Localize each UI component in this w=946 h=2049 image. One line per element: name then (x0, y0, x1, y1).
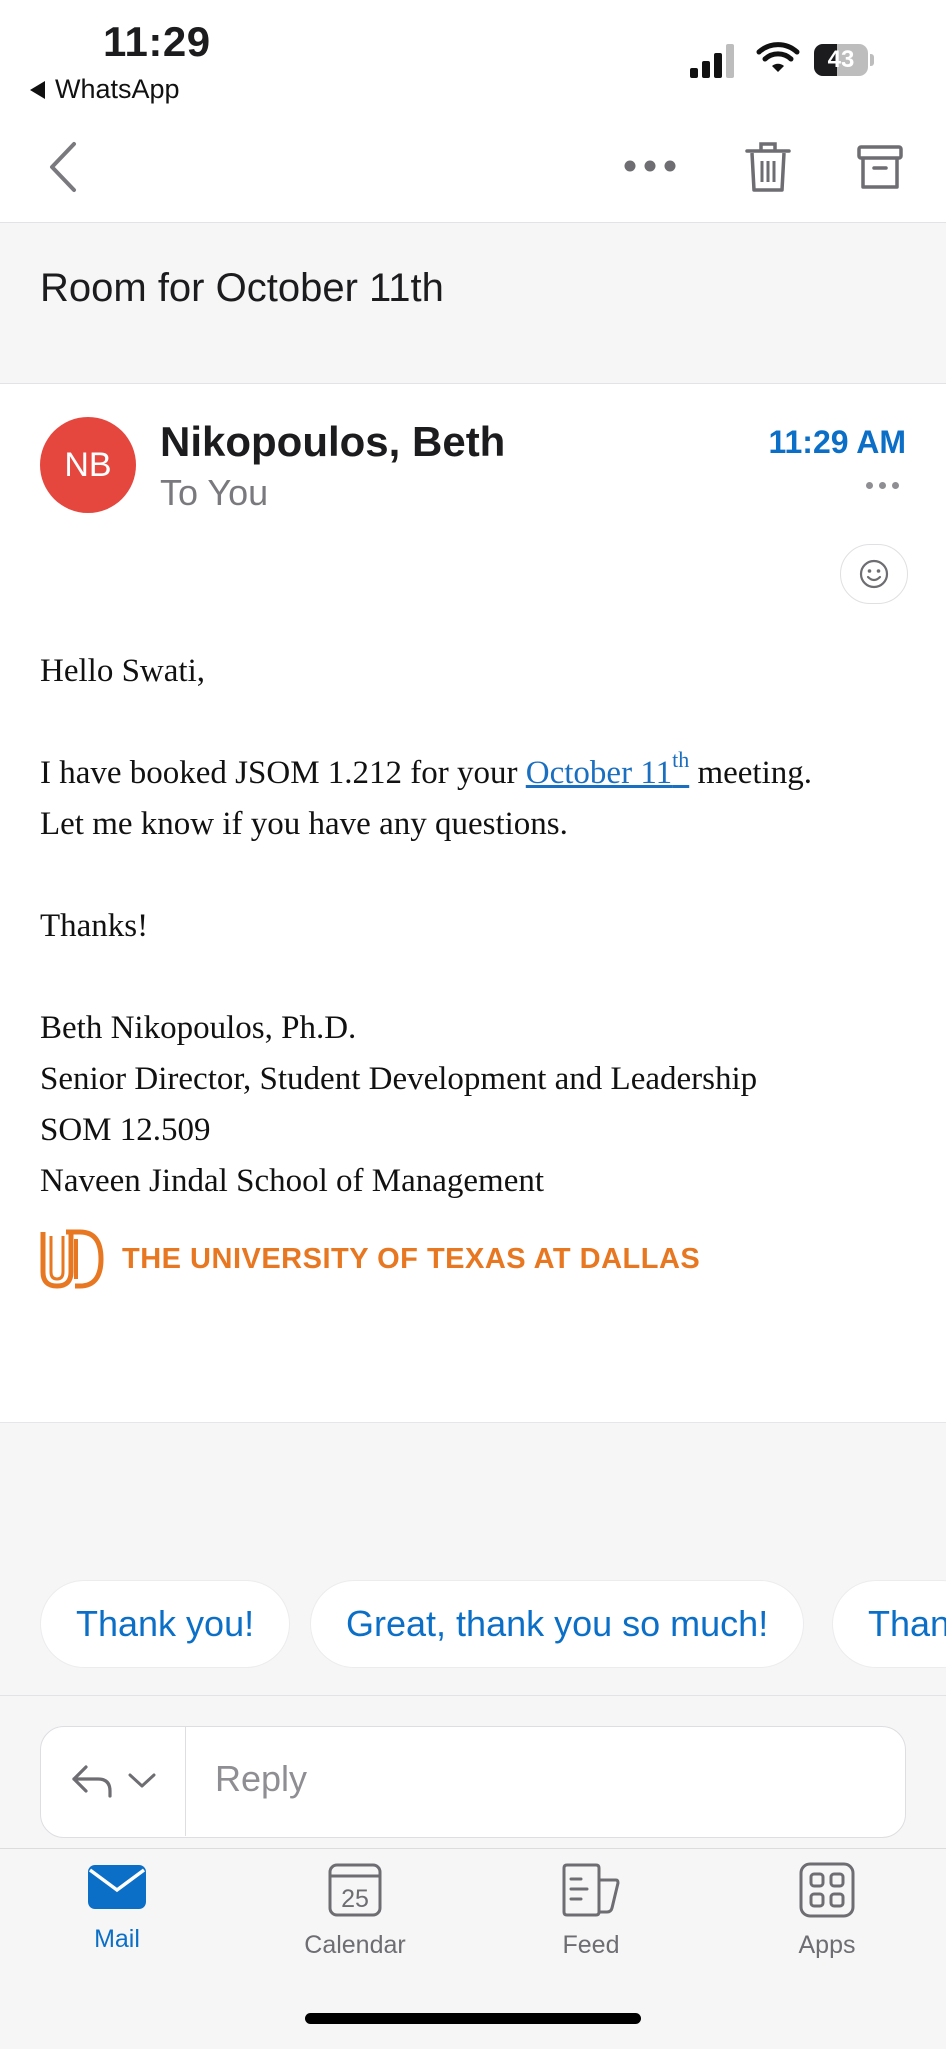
date-link-text: October 11 (525, 755, 673, 791)
tab-feed[interactable]: Feed (501, 1862, 681, 1960)
body-text: I have booked JSOM 1.212 for your (40, 755, 518, 791)
email-body: Hello Swati, I have booked JSOM 1.212 fo… (40, 646, 920, 1207)
more-options-button[interactable] (620, 146, 680, 186)
reply-input[interactable]: Reply (215, 1758, 307, 1800)
battery-tip (870, 54, 874, 66)
dot (879, 482, 886, 489)
tab-label: Feed (562, 1931, 620, 1959)
utd-monogram-icon (40, 1229, 104, 1289)
trash-icon (745, 142, 791, 192)
tab-label: Mail (94, 1925, 140, 1953)
chevron-down-icon (128, 1773, 155, 1788)
svg-text:25: 25 (341, 1885, 369, 1913)
message-time: 11:29 AM (768, 424, 906, 460)
tab-mail[interactable]: Mail (27, 1862, 207, 1954)
mail-icon (88, 1865, 146, 1909)
sender-name[interactable]: Nikopoulos, Beth (160, 418, 505, 466)
quick-reply-chip[interactable]: Than (832, 1580, 946, 1668)
battery-percent: 43 (827, 46, 855, 73)
tab-calendar[interactable]: 25 Calendar (265, 1862, 445, 1960)
reply-options-button[interactable] (40, 1726, 186, 1836)
dot (892, 482, 899, 489)
tab-label: Apps (798, 1931, 856, 1959)
utd-logo-text: THE UNIVERSITY OF TEXAS AT DALLAS (122, 1242, 701, 1275)
signature-line: Beth Nikopoulos, Ph.D. (40, 1010, 357, 1046)
dot (866, 482, 873, 489)
quick-reply-chip[interactable]: Thank you! (40, 1580, 291, 1668)
sender-avatar[interactable]: NB (40, 417, 136, 513)
archive-button[interactable] (850, 136, 910, 198)
quick-reply-chip[interactable]: Great, thank you so much! (310, 1580, 805, 1668)
body-text: Let me know if you have any questions. (40, 806, 568, 842)
apps-icon (799, 1862, 855, 1918)
home-indicator[interactable] (305, 2013, 641, 2024)
reply-arrow-icon (71, 1765, 112, 1798)
archive-icon (857, 145, 903, 189)
calendar-icon: 25 (328, 1863, 382, 1917)
message-more-button[interactable] (866, 482, 899, 489)
feed-icon (562, 1863, 620, 1917)
tab-label: Calendar (304, 1931, 406, 1959)
date-link-suffix: th (672, 747, 690, 772)
status-time: 11:29 (103, 18, 211, 65)
body-paragraph: I have booked JSOM 1.212 for your Octobe… (40, 748, 920, 799)
more-horizontal-icon (624, 160, 676, 172)
reaction-button[interactable] (840, 544, 908, 604)
wifi-icon (756, 42, 800, 72)
email-subject: Room for October 11th (40, 266, 444, 310)
body-text: meeting. (697, 755, 813, 791)
recipient-line[interactable]: To You (160, 472, 268, 514)
signature-line: Naveen Jindal School of Management (40, 1163, 545, 1199)
cellular-signal-icon (690, 44, 734, 78)
chevron-left-icon (50, 142, 76, 192)
tab-apps[interactable]: Apps (737, 1862, 917, 1960)
signature-line: SOM 12.509 (40, 1112, 211, 1148)
back-to-app-link[interactable]: WhatsApp (30, 74, 180, 105)
greeting: Hello Swati, (40, 653, 205, 689)
smiley-icon (859, 559, 889, 589)
signature-line: Senior Director, Student Development and… (40, 1061, 758, 1097)
closing: Thanks! (40, 908, 149, 944)
date-link[interactable]: October 11th (525, 749, 689, 792)
back-button[interactable] (38, 136, 88, 198)
back-app-label: WhatsApp (55, 74, 180, 104)
back-triangle-icon (30, 80, 45, 99)
delete-button[interactable] (738, 136, 798, 198)
battery-icon: 43 (814, 44, 868, 76)
utd-logo: THE UNIVERSITY OF TEXAS AT DALLAS (40, 1228, 700, 1290)
divider (0, 1695, 946, 1696)
